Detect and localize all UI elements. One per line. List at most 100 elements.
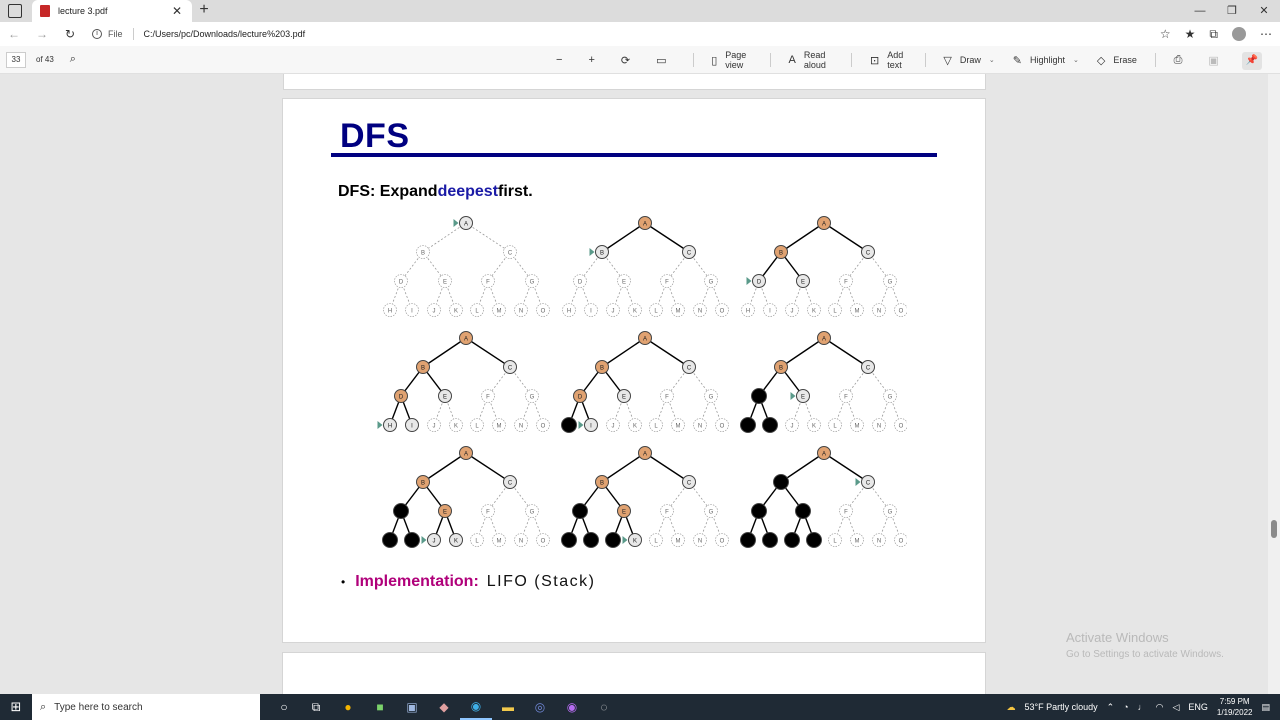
more-menu-icon[interactable]: ⋯ bbox=[1260, 27, 1272, 41]
implementation-label: Implementation: bbox=[355, 573, 479, 590]
close-tab-icon[interactable]: ✕ bbox=[170, 4, 184, 18]
tree-node-label: H bbox=[567, 308, 571, 314]
tree-edge bbox=[422, 222, 467, 253]
rotate-button[interactable]: ⟳ bbox=[621, 54, 638, 67]
wifi-icon[interactable]: ◠ bbox=[1156, 702, 1164, 713]
page-view-button[interactable]: ▯ Page view bbox=[711, 50, 752, 70]
add-text-button[interactable]: ⊡ Add text bbox=[870, 50, 907, 70]
pin-toolbar-icon[interactable]: 📌 bbox=[1242, 52, 1262, 70]
tree-node-label: C bbox=[866, 480, 871, 486]
tree-node-label: D bbox=[578, 279, 583, 285]
dfs-step-7: AB CE F GJ K L M N O bbox=[382, 446, 550, 548]
tree-node-label: J bbox=[791, 423, 794, 429]
favorites-icon[interactable]: ★ bbox=[1185, 27, 1196, 41]
weather-label[interactable]: 53°F Partly cloudy bbox=[1024, 702, 1097, 712]
tree-node-label: B bbox=[421, 250, 425, 256]
profile-avatar[interactable] bbox=[1232, 27, 1246, 41]
highlight-label: Highlight bbox=[1029, 55, 1065, 65]
draw-icon: ▽ bbox=[943, 54, 952, 67]
tree-node-label: A bbox=[643, 451, 647, 457]
save-icon: ▣ bbox=[1208, 54, 1219, 67]
tree-node-label: G bbox=[888, 279, 893, 285]
vertical-scrollbar[interactable] bbox=[1268, 74, 1280, 694]
language-label[interactable]: ENG bbox=[1188, 702, 1208, 712]
tab-lecture-pdf[interactable]: lecture 3.pdf ✕ bbox=[32, 0, 192, 22]
save-button[interactable]: ▣ bbox=[1208, 54, 1226, 67]
tree-node-label: J bbox=[791, 308, 794, 314]
tree-node-label: O bbox=[541, 308, 546, 314]
new-tab-button[interactable]: + bbox=[196, 1, 212, 19]
page-number-input[interactable]: 33 bbox=[6, 51, 26, 68]
microphone-icon[interactable]: ♩ bbox=[1138, 702, 1147, 712]
tree-node-label: A bbox=[643, 221, 647, 227]
tree-node-label: F bbox=[665, 509, 669, 515]
tree-edge bbox=[823, 452, 869, 483]
current-node-marker bbox=[578, 421, 584, 429]
pdf-viewer[interactable]: DFS DFS: Expanddeepestfirst. ABCDEFGHIJK… bbox=[0, 74, 1280, 694]
chevron-down-icon[interactable]: ⌄ bbox=[1073, 56, 1079, 64]
tree-node-label: C bbox=[687, 480, 692, 486]
taskbar-search-input[interactable]: ⌕ Type here to search bbox=[32, 694, 260, 720]
pdf-page: DFS DFS: Expanddeepestfirst. ABCDEFGHIJK… bbox=[282, 98, 986, 643]
close-window-button[interactable]: ✕ bbox=[1248, 0, 1280, 22]
highlight-button[interactable]: ✎ Highlight ⌄ bbox=[1013, 54, 1079, 67]
tree-node-label: A bbox=[822, 336, 826, 342]
tree-node-label: H bbox=[388, 308, 392, 314]
draw-button[interactable]: ▽ Draw ⌄ bbox=[943, 54, 994, 67]
read-aloud-button[interactable]: A Read aloud bbox=[789, 50, 834, 70]
volume-icon[interactable]: ◁ bbox=[1172, 702, 1179, 713]
chrome-icon[interactable]: ● bbox=[332, 700, 364, 714]
tree-node-label: E bbox=[622, 394, 626, 400]
media-player-icon[interactable]: ◉ bbox=[556, 700, 588, 714]
tree-node-label: F bbox=[844, 279, 848, 285]
page-view-label: Page view bbox=[725, 50, 747, 70]
tree-node-label: E bbox=[443, 509, 447, 515]
url-field[interactable]: C:/Users/pc/Downloads/lecture%203.pdf bbox=[144, 29, 306, 39]
file-label: File bbox=[108, 29, 123, 39]
app-icon[interactable]: ◆ bbox=[428, 700, 460, 714]
collections-icon[interactable]: ⧉ bbox=[1209, 27, 1218, 42]
tree-node-label: G bbox=[530, 394, 535, 400]
maximize-button[interactable]: ❐ bbox=[1216, 0, 1248, 22]
info-icon[interactable]: i bbox=[92, 29, 102, 39]
add-favorite-icon[interactable]: ☆ bbox=[1160, 27, 1171, 41]
scrollbar-thumb[interactable] bbox=[1271, 520, 1277, 538]
tree-node-label: C bbox=[508, 250, 513, 256]
refresh-icon[interactable]: ↻ bbox=[56, 27, 84, 41]
network-icon[interactable]: ◔ bbox=[1123, 702, 1128, 712]
cortana-icon[interactable]: ○ bbox=[268, 700, 300, 714]
implementation-bullet: • Implementation: LIFO (Stack) bbox=[341, 573, 595, 591]
tree-node-label: C bbox=[508, 365, 513, 371]
tree-node-k bbox=[806, 532, 822, 548]
store-icon[interactable]: ■ bbox=[364, 700, 396, 714]
fit-page-button[interactable]: ▭ bbox=[656, 54, 674, 67]
chevron-up-icon[interactable]: ⌃ bbox=[1107, 702, 1115, 713]
erase-button[interactable]: ◇ Erase bbox=[1097, 54, 1137, 67]
zoom-out-button[interactable]: − bbox=[556, 54, 570, 66]
fit-page-icon: ▭ bbox=[656, 54, 667, 67]
divider bbox=[769, 53, 771, 67]
window-menu-icon[interactable] bbox=[8, 4, 22, 18]
app-icon[interactable]: ◌ bbox=[588, 700, 620, 714]
file-explorer-icon[interactable]: ▬ bbox=[492, 700, 524, 714]
back-arrow-icon[interactable]: ← bbox=[0, 27, 28, 41]
tree-node-label: A bbox=[464, 221, 468, 227]
windows-start-icon[interactable]: ⊞ bbox=[0, 699, 32, 715]
tree-node-label: N bbox=[519, 308, 523, 314]
weather-icon[interactable]: ☁ bbox=[1006, 702, 1015, 713]
window-controls: — ❐ ✕ bbox=[1184, 0, 1280, 22]
zoom-in-button[interactable]: + bbox=[588, 54, 602, 66]
divider bbox=[692, 53, 694, 67]
search-icon[interactable]: ⌕ bbox=[70, 53, 76, 66]
forward-arrow-icon[interactable]: → bbox=[28, 27, 56, 41]
chevron-down-icon[interactable]: ⌄ bbox=[989, 56, 995, 64]
notification-icon[interactable]: ▤ bbox=[1261, 702, 1270, 713]
discord-icon[interactable]: ◎ bbox=[524, 700, 556, 714]
print-button[interactable]: ⎙ bbox=[1174, 54, 1191, 67]
edge-icon[interactable]: ◉ bbox=[460, 694, 492, 720]
clock[interactable]: 7:59 PM 1/19/2022 bbox=[1217, 696, 1253, 718]
current-node-marker bbox=[622, 536, 628, 544]
app-icon[interactable]: ▣ bbox=[396, 700, 428, 714]
minimize-button[interactable]: — bbox=[1184, 0, 1216, 22]
task-view-icon[interactable]: ⧉ bbox=[300, 700, 332, 715]
